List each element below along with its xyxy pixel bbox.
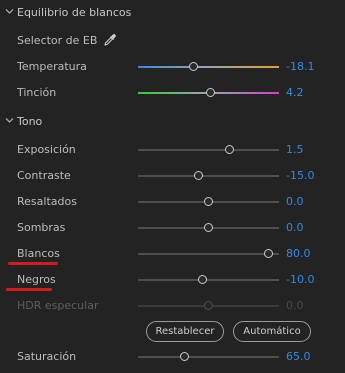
hdr-especular-slider-thumb xyxy=(203,301,213,310)
tincion-value[interactable]: 4.2 xyxy=(286,86,304,99)
exposicion-label: Exposición xyxy=(17,143,76,156)
wb-selector-label: Selector de EB xyxy=(17,34,98,47)
negros-value[interactable]: -10.0 xyxy=(286,273,314,286)
slider-row-sombras: Sombras 0.0 xyxy=(0,217,345,239)
negros-red-underline xyxy=(6,288,52,291)
sombras-value[interactable]: 0.0 xyxy=(286,221,304,234)
tincion-label: Tinción xyxy=(17,86,57,99)
resaltados-label: Resaltados xyxy=(17,195,77,208)
resaltados-value[interactable]: 0.0 xyxy=(286,195,304,208)
wb-selector-row: Selector de EB xyxy=(0,30,345,52)
exposicion-value[interactable]: 1.5 xyxy=(286,143,304,156)
slider-row-exposicion: Exposición 1.5 xyxy=(0,139,345,161)
blancos-slider-thumb[interactable] xyxy=(264,249,274,258)
negros-slider-track[interactable] xyxy=(138,279,279,281)
blancos-label: Blancos xyxy=(17,247,60,260)
white-balance-title: Equilibrio de blancos xyxy=(17,6,132,19)
chevron-down-icon[interactable] xyxy=(5,116,14,125)
slider-row-temperatura: Temperatura -18.1 xyxy=(0,56,345,78)
negros-label: Negros xyxy=(17,273,56,286)
chevron-down-icon[interactable] xyxy=(5,7,14,16)
blancos-red-underline xyxy=(8,262,58,265)
exposicion-slider-track[interactable] xyxy=(138,149,279,151)
slider-row-tincion: Tinción 4.2 xyxy=(0,82,345,104)
reset-button[interactable]: Restablecer xyxy=(146,321,224,342)
lumetri-basic-correction-panel: Equilibrio de blancos Selector de EB Tem… xyxy=(0,0,345,373)
temperatura-slider-thumb[interactable] xyxy=(189,62,199,71)
eyedropper-icon[interactable] xyxy=(103,33,117,47)
saturacion-slider-track[interactable] xyxy=(138,356,279,358)
blancos-value[interactable]: 80.0 xyxy=(286,247,311,260)
tone-buttons-row: Restablecer Automático xyxy=(0,321,345,343)
saturacion-value[interactable]: 65.0 xyxy=(286,350,311,363)
hdr-especular-label: HDR especular xyxy=(17,299,99,312)
slider-row-contraste: Contraste -15.0 xyxy=(0,165,345,187)
temperatura-label: Temperatura xyxy=(17,60,87,73)
tone-title: Tono xyxy=(17,115,43,128)
tone-section-header[interactable]: Tono xyxy=(0,113,345,133)
resaltados-slider-thumb[interactable] xyxy=(203,197,213,206)
hdr-especular-value: 0.0 xyxy=(286,299,304,312)
tincion-slider-thumb[interactable] xyxy=(206,88,216,97)
contraste-slider-thumb[interactable] xyxy=(193,171,203,180)
sombras-slider-thumb[interactable] xyxy=(203,223,213,232)
temperatura-value[interactable]: -18.1 xyxy=(286,60,314,73)
saturacion-slider-thumb[interactable] xyxy=(179,352,189,361)
sombras-label: Sombras xyxy=(17,221,66,234)
saturacion-label: Saturación xyxy=(17,350,77,363)
blancos-slider-track[interactable] xyxy=(138,253,279,255)
slider-row-hdr-especular: HDR especular 0.0 xyxy=(0,295,345,317)
temperatura-slider-track[interactable] xyxy=(138,66,279,68)
contraste-label: Contraste xyxy=(17,169,71,182)
negros-slider-thumb[interactable] xyxy=(197,275,207,284)
contraste-slider-track[interactable] xyxy=(138,175,279,177)
slider-row-resaltados: Resaltados 0.0 xyxy=(0,191,345,213)
white-balance-section-header[interactable]: Equilibrio de blancos xyxy=(0,4,345,24)
auto-button[interactable]: Automático xyxy=(233,321,311,342)
slider-row-saturacion: Saturación 65.0 xyxy=(0,346,345,368)
contraste-value[interactable]: -15.0 xyxy=(286,169,314,182)
exposicion-slider-thumb[interactable] xyxy=(224,145,234,154)
